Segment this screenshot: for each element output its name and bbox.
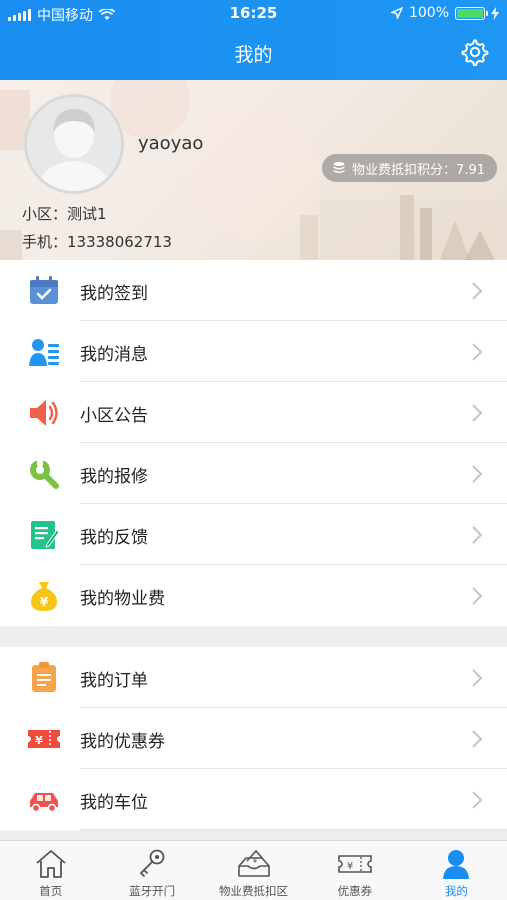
tab-mine[interactable]: 我的 [406, 841, 507, 900]
money-tray-icon: ¥ [237, 849, 270, 877]
charging-bolt-icon [491, 6, 499, 20]
wrench-icon [30, 457, 59, 489]
chevron-right-icon [472, 526, 483, 544]
menu-item-label: 我的反馈 [80, 528, 148, 548]
menu-item-property-fee[interactable]: ¥ 我的物业费 [0, 565, 507, 626]
menu-item-label: 我的消息 [80, 345, 148, 365]
menu-item-label: 我的签到 [80, 284, 148, 304]
svg-text:¥: ¥ [347, 861, 353, 872]
tab-bluetooth-door[interactable]: 蓝牙开门 [101, 841, 202, 900]
ticket-icon: ¥ [338, 855, 372, 873]
tab-label: 首页 [39, 884, 63, 898]
tab-label: 优惠券 [337, 884, 373, 898]
feedback-note-icon [31, 521, 60, 549]
menu-item-announcements[interactable]: 小区公告 [0, 382, 507, 443]
tab-coupons[interactable]: ¥ 优惠券 [304, 841, 405, 900]
coin-stack-icon [333, 162, 345, 173]
speaker-icon [30, 400, 58, 426]
menu-item-feedback[interactable]: 我的反馈 [0, 504, 507, 565]
status-bar: 中国移动 16:25 100% [0, 0, 507, 28]
car-icon [30, 793, 58, 813]
points-label: 物业费抵扣积分：7.91 [352, 162, 485, 178]
tab-label: 蓝牙开门 [129, 884, 176, 898]
tab-label: 我的 [444, 884, 468, 898]
avatar[interactable] [24, 94, 124, 194]
svg-text:¥: ¥ [35, 734, 43, 747]
menu-item-label: 我的物业费 [80, 589, 165, 609]
user-icon [443, 850, 470, 879]
phone-info: 手机：13338062713 [22, 233, 172, 251]
menu-item-label: 我的车位 [80, 793, 148, 813]
svg-text:¥: ¥ [40, 595, 49, 609]
menu-item-parking[interactable]: 我的车位 [0, 769, 507, 830]
menu-item-coupons[interactable]: ¥ 我的优惠券 [0, 708, 507, 769]
tab-home[interactable]: 首页 [0, 841, 101, 900]
page-title: 我的 [234, 44, 273, 66]
calendar-check-icon [30, 276, 58, 304]
menu-item-label: 小区公告 [80, 406, 148, 426]
chevron-right-icon [472, 730, 483, 748]
tab-fee-deduction[interactable]: ¥ 物业费抵扣区 [203, 841, 304, 900]
svg-text:¥: ¥ [252, 857, 257, 865]
menu-item-repair[interactable]: 我的报修 [0, 443, 507, 504]
money-bag-icon: ¥ [31, 582, 57, 611]
battery-icon [455, 6, 488, 20]
gear-icon[interactable] [461, 38, 489, 66]
menu-group-primary: 我的签到 我的消息 小区公告 我的报修 我的反馈 ¥ 我的物业费 [0, 260, 507, 626]
tab-label: 物业费抵扣区 [219, 884, 289, 898]
chevron-right-icon [472, 465, 483, 483]
username: yaoyao [138, 133, 204, 154]
menu-item-messages[interactable]: 我的消息 [0, 321, 507, 382]
contact-card-icon [29, 339, 59, 366]
community-info: 小区：测试1 [22, 205, 107, 223]
tab-bar: 首页 蓝牙开门 ¥ 物业费抵扣区 ¥ 优惠券 我的 [0, 840, 507, 900]
battery-percent: 100% [408, 5, 449, 21]
chevron-right-icon [472, 791, 483, 809]
menu-item-label: 我的报修 [80, 467, 148, 487]
points-badge[interactable]: 物业费抵扣积分：7.91 [322, 154, 497, 182]
chevron-right-icon [472, 587, 483, 605]
key-icon [140, 849, 165, 877]
profile-card[interactable]: yaoyao 物业费抵扣积分：7.91 小区：测试1 手机：1333806271… [0, 80, 507, 260]
header: 中国移动 16:25 100% 我的 [0, 0, 507, 80]
menu-group-secondary: 我的订单 ¥ 我的优惠券 我的车位 [0, 647, 507, 830]
menu-item-label: 我的订单 [80, 671, 148, 691]
menu-item-checkin[interactable]: 我的签到 [0, 260, 507, 321]
chevron-right-icon [472, 282, 483, 300]
order-clipboard-icon [32, 662, 56, 692]
location-arrow-icon [390, 7, 403, 19]
chevron-right-icon [472, 343, 483, 361]
menu-item-orders[interactable]: 我的订单 [0, 647, 507, 708]
coupon-icon: ¥ [28, 730, 60, 748]
menu-item-label: 我的优惠券 [80, 732, 165, 752]
chevron-right-icon [472, 404, 483, 422]
home-icon [36, 850, 66, 878]
default-user-silhouette [27, 97, 121, 191]
chevron-right-icon [472, 669, 483, 687]
